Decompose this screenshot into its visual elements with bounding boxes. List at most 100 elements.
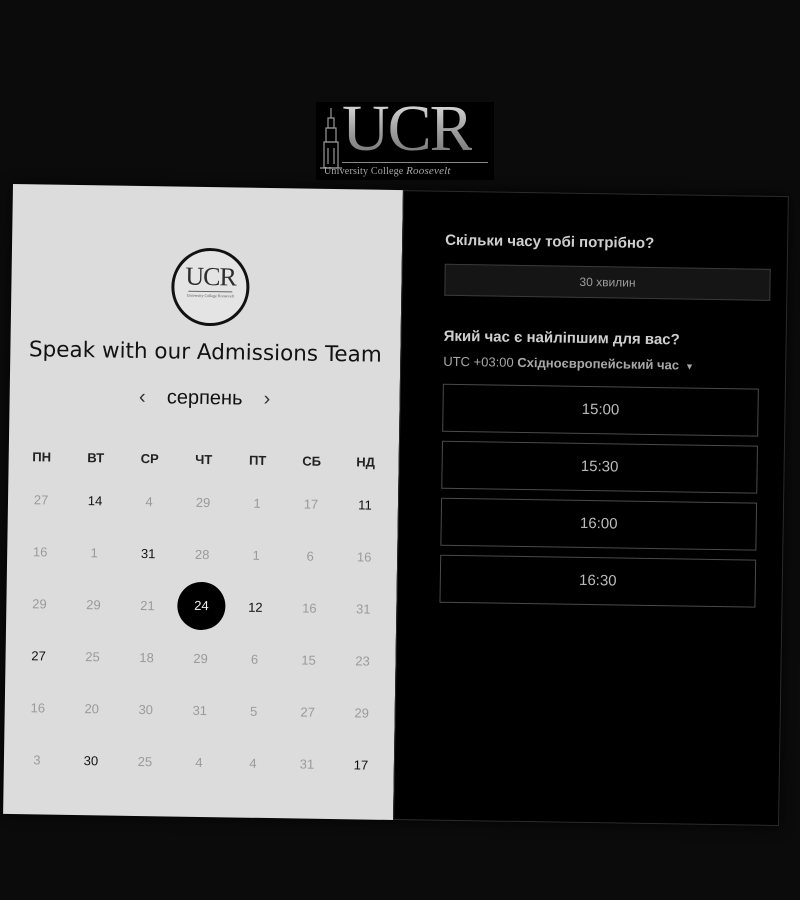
calendar-day-number: 1	[252, 547, 260, 563]
weekday-label: ЧТ	[195, 451, 213, 467]
calendar-day-number: 20	[84, 700, 100, 716]
calendar-day-available[interactable]: 30	[64, 752, 118, 768]
calendar-week-row: 16 20 30 31 5 27 29	[10, 681, 389, 739]
month-navigation: ‹ серпень ›	[9, 384, 399, 420]
calendar-day: 20	[65, 700, 119, 716]
calendar-day-number: 12	[248, 599, 263, 615]
calendar-day-number: 28	[194, 546, 210, 562]
calendar-day: 6	[283, 548, 337, 564]
calendar-day-selected[interactable]: 24	[174, 581, 229, 631]
calendar-week-row: 27 25 18 29 6 15 23	[11, 629, 390, 687]
ucr-logo: UCR University College Roosevelt	[316, 96, 494, 180]
calendar-day: 16	[11, 699, 65, 715]
calendar-day-available[interactable]: 31	[121, 545, 175, 561]
calendar-day-number: 21	[140, 597, 155, 613]
calendar-day-available[interactable]: 11	[338, 497, 392, 513]
calendar-day-number: 29	[86, 596, 101, 612]
calendar-day-number: 6	[250, 651, 259, 667]
calendar-day: 29	[173, 650, 227, 666]
calendar-day-number: 16	[302, 600, 317, 616]
calendar-day-number: 29	[195, 494, 211, 510]
calendar-day: 25	[118, 753, 172, 769]
calendar-day-number: 17	[303, 496, 319, 512]
calendar-day: 6	[227, 651, 281, 667]
logo-subtitle: University College Roosevelt	[324, 165, 494, 177]
calendar-day-number: 1	[253, 495, 261, 511]
calendar-day-available[interactable]: 27	[11, 647, 65, 663]
calendar-day: 16	[337, 549, 391, 565]
timezone-select[interactable]: UTC +03:00 Східноєвропейський час ▼	[443, 354, 694, 373]
calendar-day-number: 29	[354, 704, 370, 721]
calendar-day-number: 23	[355, 652, 370, 669]
calendar-day: 30	[119, 701, 173, 717]
logo-underline	[342, 162, 488, 163]
timezone-name: Східноєвропейський час	[517, 354, 680, 373]
time-slot-button[interactable]: 15:00	[442, 383, 759, 437]
calendar-day-number: 11	[358, 496, 372, 513]
calendar-day: 29	[66, 596, 120, 612]
circle-logo-mark: UCR	[185, 261, 237, 292]
circle-logo-subtitle: University College Roosevelt	[186, 292, 234, 299]
calendar-day-number: 15	[301, 652, 316, 668]
calendar-day-number: 4	[249, 755, 257, 771]
calendar-day: 4	[172, 754, 226, 770]
calendar-day-number: 16	[32, 543, 48, 560]
timezone-offset: UTC +03:00	[443, 353, 518, 370]
calendar-day: 31	[280, 756, 334, 772]
prev-month-button[interactable]: ‹	[132, 386, 152, 409]
calendar-day: 31	[173, 702, 227, 718]
calendar-day-number: 4	[145, 493, 153, 509]
calendar-day-available[interactable]: 17	[334, 757, 388, 773]
calendar-day: 5	[227, 703, 281, 719]
logo-subtitle-main: University College	[324, 166, 407, 177]
calendar-day-available[interactable]: 14	[68, 492, 122, 508]
time-panel: Скільки часу тобі потрібно? 30 хвилин Як…	[393, 190, 789, 827]
calendar-day-number: 30	[83, 752, 99, 768]
calendar-day: 16	[13, 543, 67, 559]
calendar-day: 1	[67, 544, 121, 560]
calendar-panel: UCR University College Roosevelt Speak w…	[3, 183, 403, 820]
tower-icon	[320, 108, 342, 169]
next-month-button[interactable]: ›	[257, 388, 277, 411]
calendar-day-number: 14	[87, 492, 103, 508]
time-slot-button[interactable]: 16:00	[440, 497, 758, 551]
duration-question: Скільки часу тобі потрібно?	[445, 231, 655, 253]
calendar-day: 15	[281, 652, 335, 668]
calendar-day-number: 16	[356, 548, 372, 565]
calendar-day: 29	[335, 705, 389, 721]
calendar-day: 18	[119, 649, 173, 665]
caret-down-icon: ▼	[684, 361, 695, 372]
calendar-day: 27	[281, 704, 335, 720]
calendar-day-number: 31	[356, 600, 371, 617]
weekday-label: ПТ	[248, 452, 267, 468]
calendar-day-number: 1	[90, 544, 98, 560]
calendar-day: 17	[284, 496, 338, 512]
booking-card: UCR University College Roosevelt Speak w…	[3, 183, 789, 827]
duration-select[interactable]: 30 хвилин	[444, 263, 771, 301]
calendar-day: 29	[176, 494, 230, 510]
weekday-label: ВТ	[87, 449, 105, 465]
calendar-day: 28	[175, 546, 229, 562]
calendar-day: 27	[14, 492, 68, 508]
calendar-day: 3	[10, 751, 64, 767]
weekday-label: СБ	[302, 453, 322, 469]
calendar-day-number: 24	[177, 581, 226, 631]
calendar-day: 1	[230, 495, 284, 511]
calendar-week-row: 3 30 25 4 4 31 17	[10, 733, 389, 791]
calendar-day: 1	[229, 547, 283, 563]
time-slot-button[interactable]: 15:30	[441, 440, 758, 494]
calendar-day-number: 27	[31, 647, 46, 664]
time-slot-button[interactable]: 16:30	[439, 554, 757, 608]
calendar-day-number: 29	[193, 650, 208, 666]
calendar-day-number: 17	[353, 756, 369, 773]
logo-mark: UCR	[342, 92, 474, 165]
calendar-day-number: 27	[300, 704, 316, 720]
time-question: Який час є найліпшим для вас?	[443, 327, 680, 349]
calendar-day-number: 6	[306, 548, 314, 564]
calendar-day-number: 4	[195, 754, 203, 770]
weekday-label: НД	[356, 453, 376, 470]
calendar-day-number: 3	[33, 751, 41, 767]
calendar-day: 21	[120, 597, 174, 613]
time-slot-list: 15:00 15:30 16:00 16:30	[439, 383, 759, 617]
calendar-day-available[interactable]: 12	[228, 599, 282, 615]
